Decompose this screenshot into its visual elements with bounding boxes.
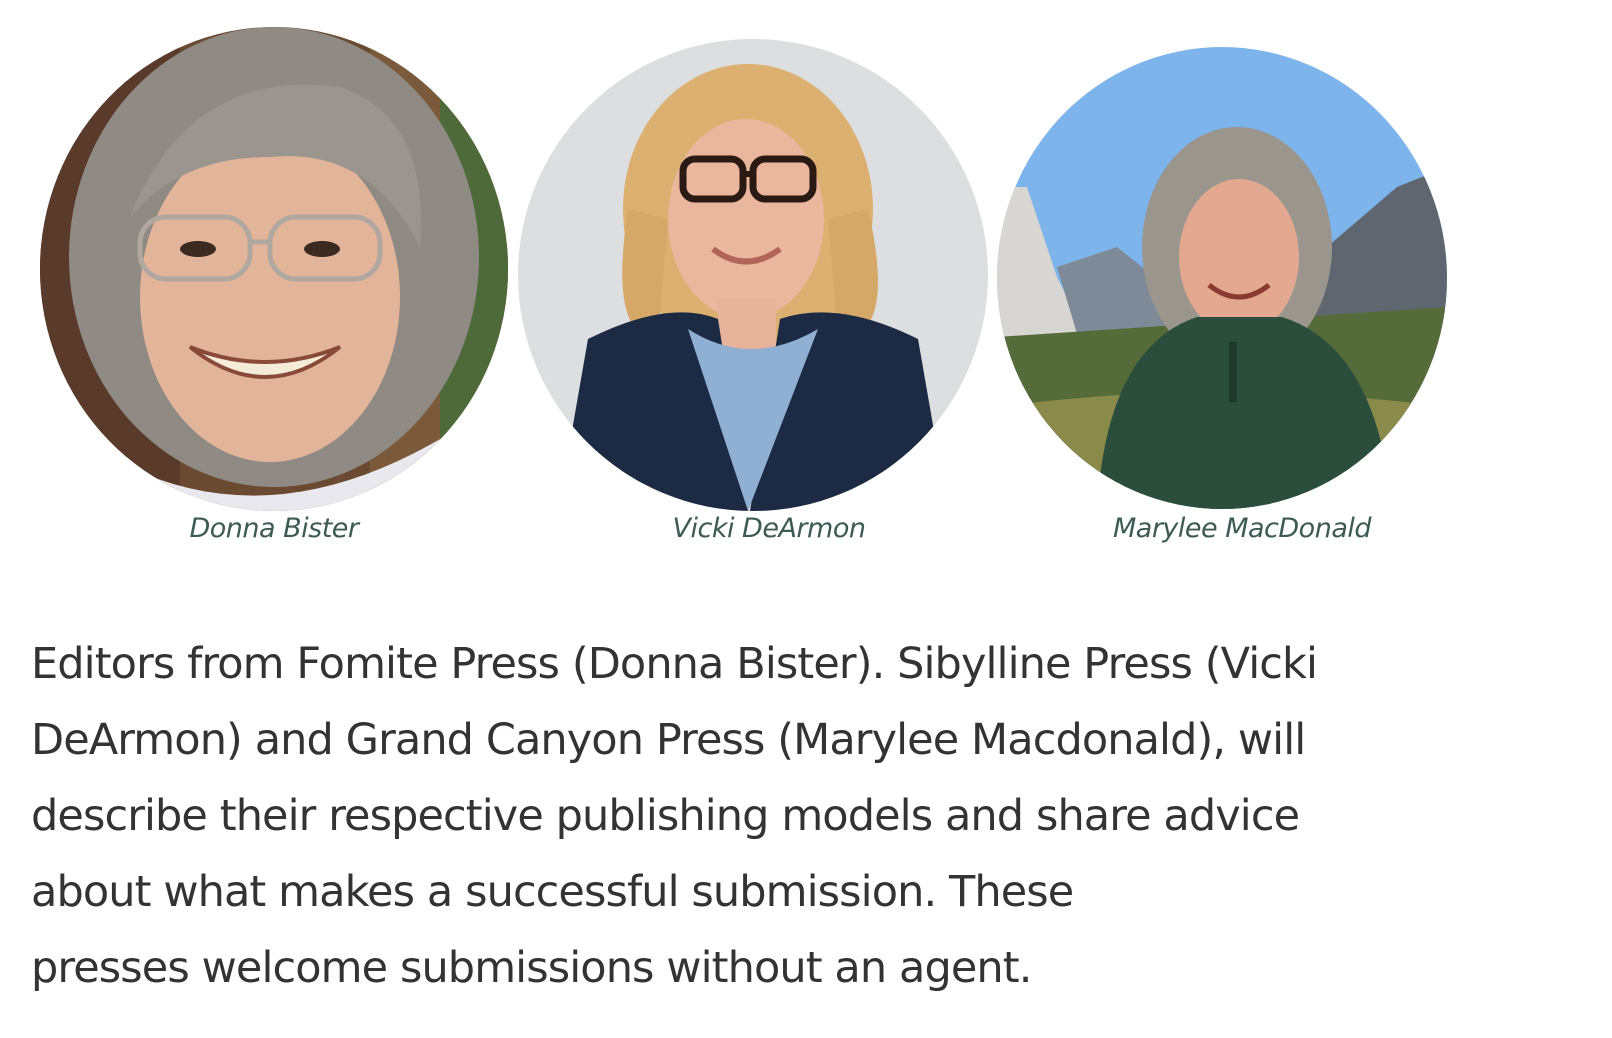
editor-caption-marylee: Marylee MacDonald [1112, 513, 1372, 544]
event-description: Editors from Fomite Press (Donna Bister)… [31, 626, 1451, 1006]
description-line: presses welcome submissions without an a… [31, 943, 1032, 993]
donna-bister-photo [40, 27, 508, 511]
description-line: about what makes a successful submission… [31, 867, 1074, 917]
description-line: describe their respective publishing mod… [31, 791, 1300, 841]
description-line: Editors from Fomite Press (Donna Bister)… [31, 639, 1318, 689]
description-line: DeArmon) and Grand Canyon Press (Marylee… [31, 715, 1306, 765]
marylee-macdonald-photo [997, 47, 1447, 509]
editor-caption-donna: Donna Bister [189, 513, 359, 544]
editor-caption-vicki: Vicki DeArmon [672, 513, 866, 544]
vicki-dearmon-photo [518, 39, 988, 511]
